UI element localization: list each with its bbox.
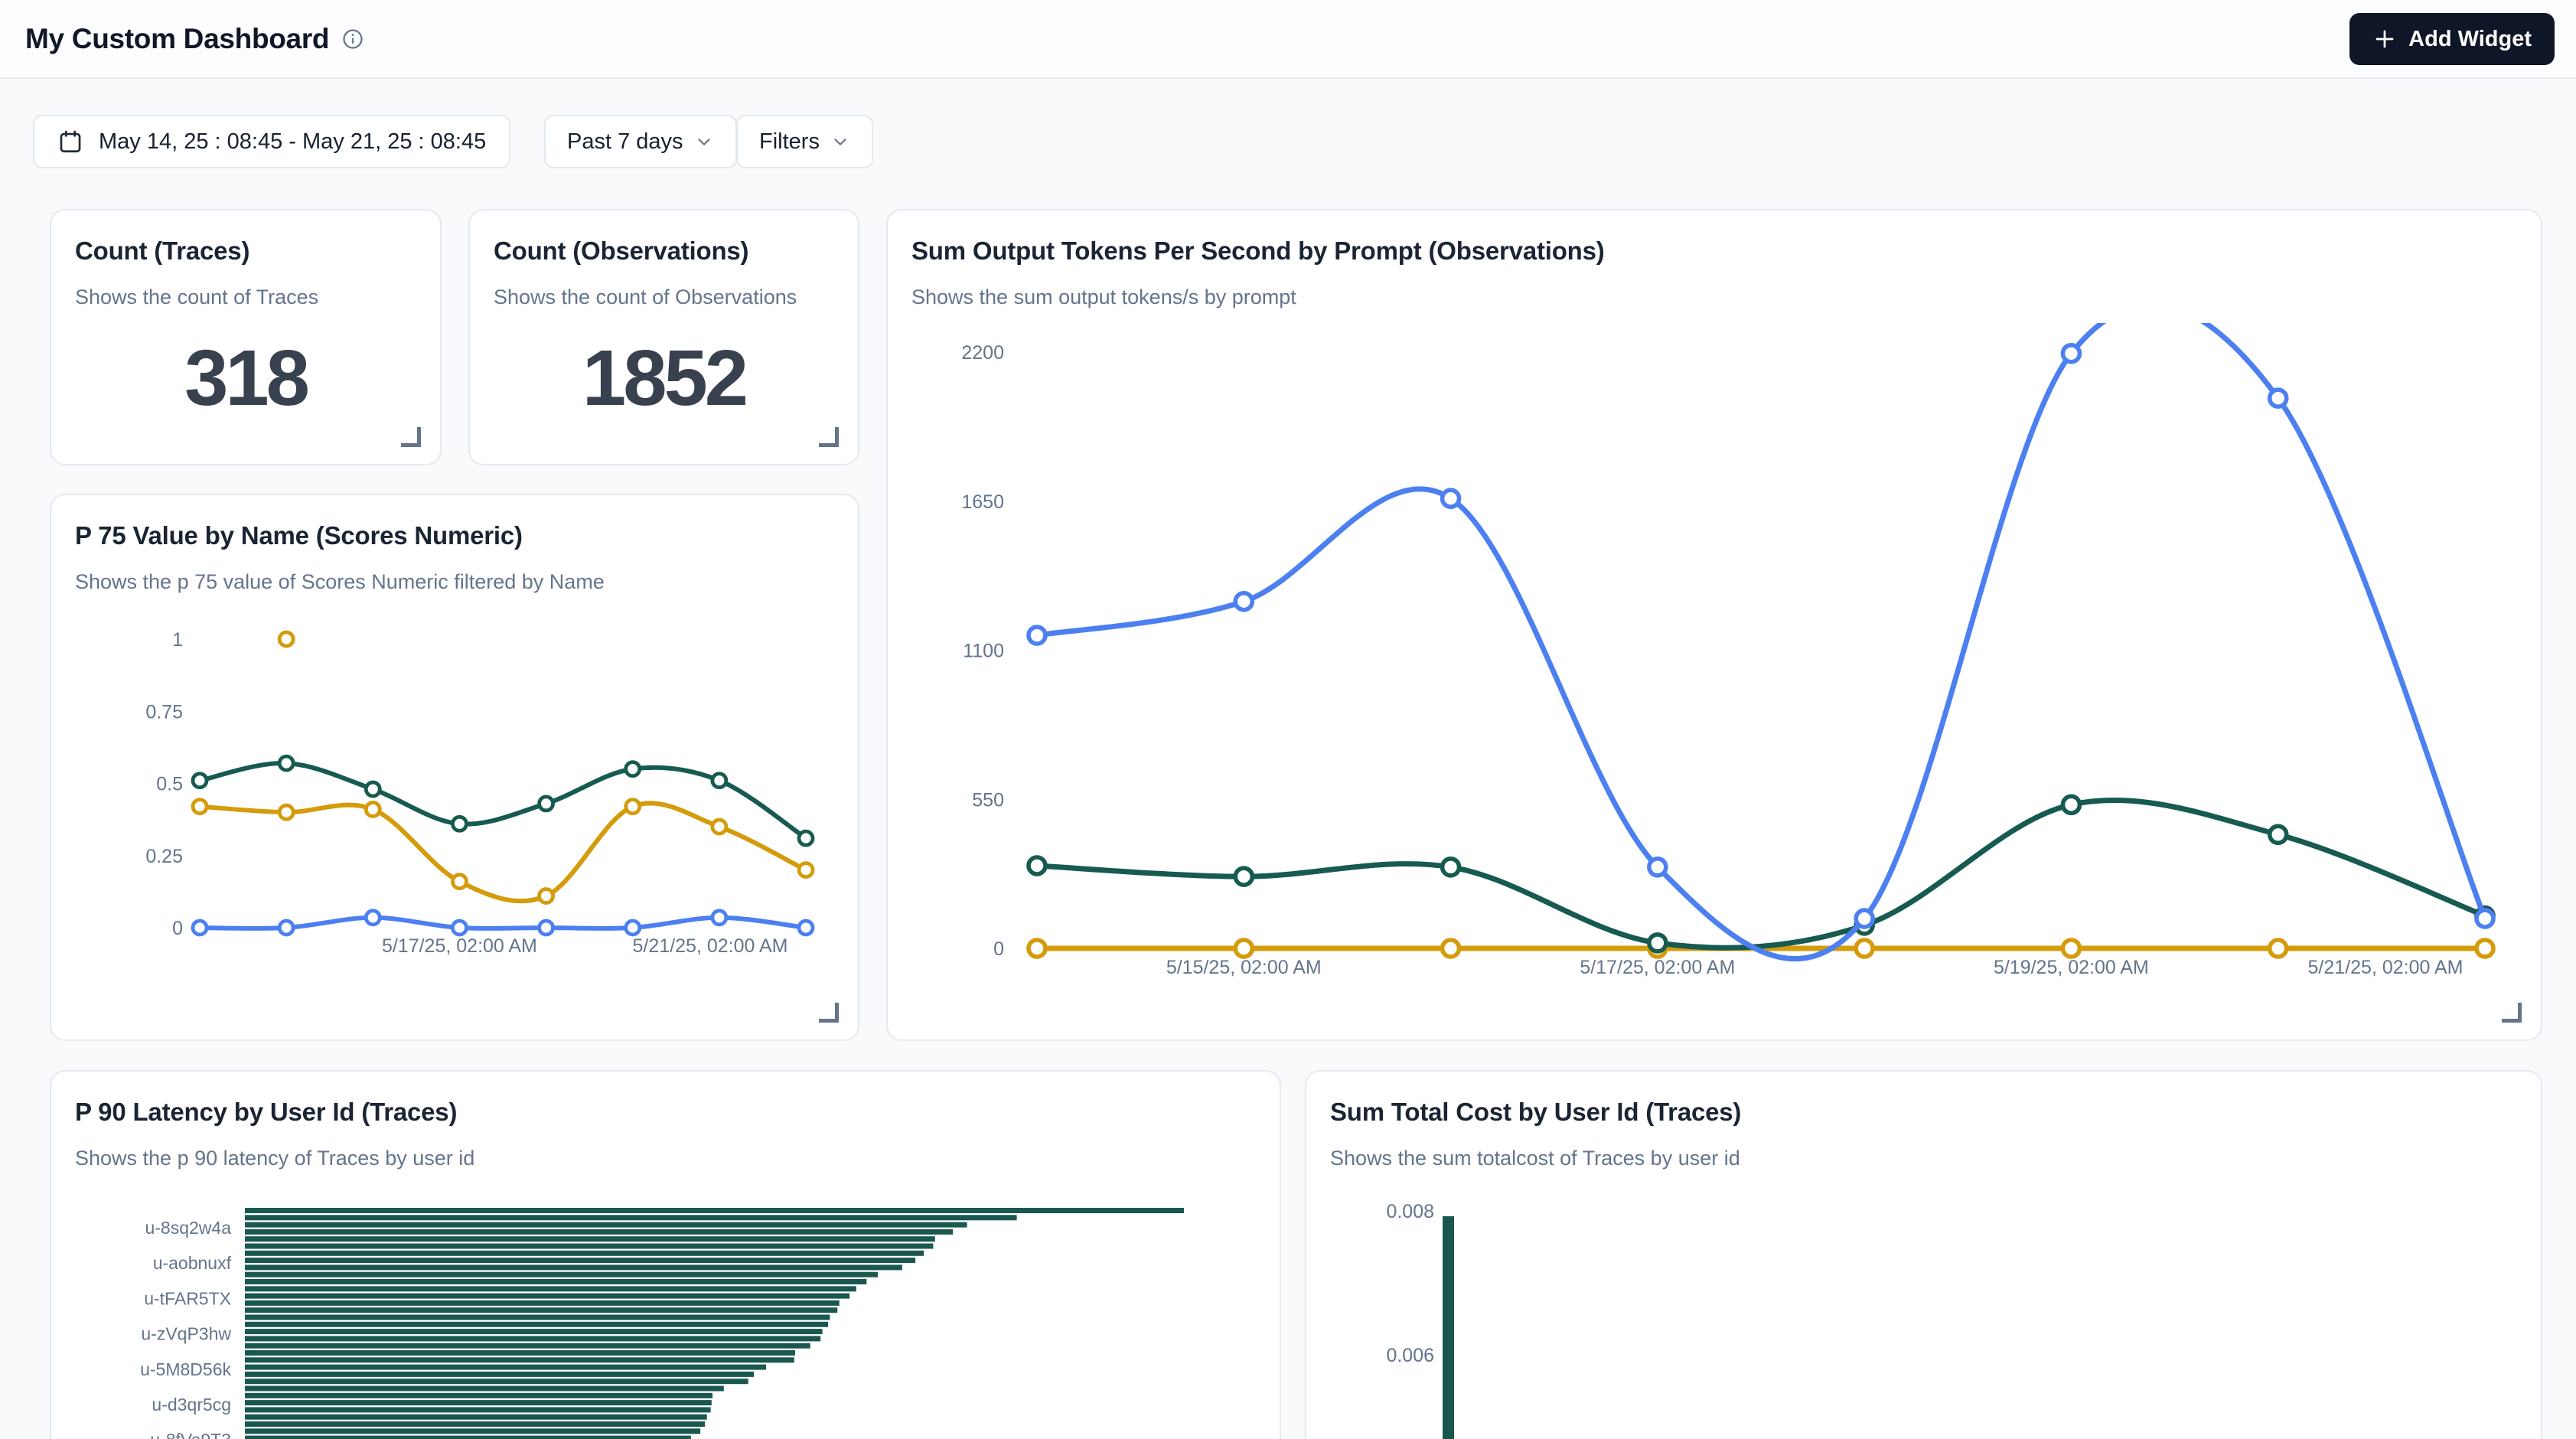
- widget-subtitle: Shows the sum totalcost of Traces by use…: [1330, 1147, 1740, 1170]
- widget-count-traces: Count (Traces) Shows the count of Traces…: [50, 209, 442, 465]
- svg-text:u-5M8D56k: u-5M8D56k: [140, 1359, 231, 1379]
- widget-p75-scores-chart: P 75 Value by Name (Scores Numeric) Show…: [50, 494, 859, 1041]
- svg-text:1100: 1100: [963, 641, 1004, 662]
- resize-handle-icon[interactable]: [401, 427, 421, 447]
- svg-text:0.25: 0.25: [145, 846, 183, 867]
- svg-text:u-8sq2w4a: u-8sq2w4a: [145, 1218, 231, 1238]
- svg-text:u-zVqP3hw: u-zVqP3hw: [141, 1324, 231, 1344]
- svg-text:0: 0: [172, 918, 183, 939]
- svg-text:0.008: 0.008: [1386, 1201, 1434, 1222]
- cost-bar-chart: 0.008 0.006: [1322, 1196, 2529, 1439]
- p90-bar-chart: u-8sq2w4a u-aobnuxf u-tFAR5TX u-zVqP3hw u-5M…: [67, 1196, 1267, 1439]
- page-header: My Custom Dashboard Add Widget: [0, 0, 2576, 79]
- filters-label: Filters: [759, 129, 820, 155]
- svg-text:0.5: 0.5: [156, 774, 183, 795]
- date-range-picker[interactable]: May 14, 25 : 08:45 - May 21, 25 : 08:45: [33, 115, 510, 168]
- svg-text:u-tFAR5TX: u-tFAR5TX: [144, 1288, 231, 1308]
- widget-title: Count (Traces): [75, 237, 249, 266]
- tokens-line-chart: 0 550 1100 1650 2200 5/15/25, 02:00 AM 5/17/25…: [903, 323, 2529, 1027]
- widget-title: Sum Output Tokens Per Second by Prompt (…: [911, 237, 1605, 266]
- svg-text:0: 0: [993, 938, 1004, 960]
- svg-text:1: 1: [172, 629, 183, 651]
- calendar-icon: [57, 129, 83, 155]
- widget-total-cost-chart: Sum Total Cost by User Id (Traces) Shows…: [1305, 1070, 2542, 1439]
- chevron-down-icon: [830, 132, 850, 152]
- widget-title: P 75 Value by Name (Scores Numeric): [75, 521, 523, 550]
- svg-text:u-aobnuxf: u-aobnuxf: [153, 1253, 232, 1273]
- p75-line-chart: 0 0.25 0.5 0.75 1 5/17/25, 02:00 AM 5/21/25, 0…: [67, 610, 846, 1000]
- resize-handle-icon[interactable]: [819, 427, 839, 447]
- svg-text:0.75: 0.75: [145, 701, 183, 723]
- count-traces-value: 318: [51, 333, 440, 423]
- widget-subtitle: Shows the sum output tokens/s by prompt: [911, 286, 1296, 309]
- time-preset-label: Past 7 days: [567, 129, 683, 155]
- svg-text:2200: 2200: [961, 342, 1004, 364]
- time-preset-dropdown[interactable]: Past 7 days: [544, 115, 737, 168]
- count-observations-value: 1852: [470, 333, 858, 423]
- svg-text:1650: 1650: [961, 491, 1004, 513]
- svg-text:5/21/25, 02:00 AM: 5/21/25, 02:00 AM: [2308, 957, 2464, 978]
- chevron-down-icon: [694, 132, 714, 152]
- widget-title: Count (Observations): [494, 237, 748, 266]
- svg-text:550: 550: [972, 789, 1004, 811]
- date-range-label: May 14, 25 : 08:45 - May 21, 25 : 08:45: [99, 129, 486, 155]
- widget-count-observations: Count (Observations) Shows the count of …: [468, 209, 859, 465]
- widget-subtitle: Shows the count of Traces: [75, 286, 318, 309]
- add-widget-button[interactable]: Add Widget: [2349, 13, 2555, 65]
- info-icon[interactable]: [341, 28, 364, 51]
- svg-text:5/21/25, 02:00 AM: 5/21/25, 02:00 AM: [633, 935, 788, 957]
- widget-subtitle: Shows the count of Observations: [494, 286, 797, 309]
- svg-text:5/19/25, 02:00 AM: 5/19/25, 02:00 AM: [1994, 957, 2149, 978]
- add-widget-label: Add Widget: [2408, 27, 2532, 52]
- plus-icon: [2372, 27, 2397, 51]
- resize-handle-icon[interactable]: [819, 1003, 839, 1023]
- svg-text:u-d3qr5cg: u-d3qr5cg: [152, 1395, 231, 1415]
- widget-tokens-per-second-chart: Sum Output Tokens Per Second by Prompt (…: [886, 209, 2542, 1041]
- widget-subtitle: Shows the p 75 value of Scores Numeric f…: [75, 570, 605, 594]
- filters-dropdown[interactable]: Filters: [736, 115, 873, 168]
- widget-subtitle: Shows the p 90 latency of Traces by user…: [75, 1147, 474, 1170]
- svg-text:0.006: 0.006: [1386, 1345, 1434, 1366]
- svg-text:5/17/25, 02:00 AM: 5/17/25, 02:00 AM: [382, 935, 537, 957]
- svg-text:u-8fVa9T3: u-8fVa9T3: [150, 1430, 231, 1439]
- widget-p90-latency-chart: P 90 Latency by User Id (Traces) Shows t…: [50, 1070, 1281, 1439]
- widget-title: Sum Total Cost by User Id (Traces): [1330, 1098, 1741, 1127]
- resize-handle-icon[interactable]: [2502, 1003, 2522, 1023]
- svg-text:5/15/25, 02:00 AM: 5/15/25, 02:00 AM: [1166, 957, 1322, 978]
- dashboard-page: My Custom Dashboard Add Widget: [0, 0, 2576, 1439]
- widget-title: P 90 Latency by User Id (Traces): [75, 1098, 457, 1127]
- svg-text:5/17/25, 02:00 AM: 5/17/25, 02:00 AM: [1580, 957, 1735, 978]
- page-title: My Custom Dashboard: [25, 23, 329, 55]
